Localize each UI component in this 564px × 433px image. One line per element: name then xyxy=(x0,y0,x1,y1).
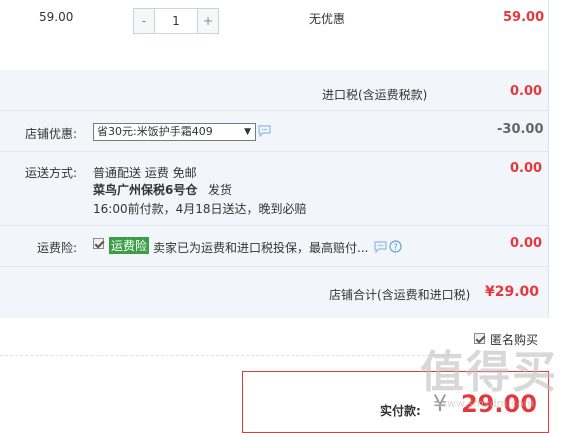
watermark-logo: 值得买 xyxy=(420,347,558,398)
insurance-checkbox[interactable] xyxy=(93,238,104,249)
quantity-stepper[interactable]: - 1 + xyxy=(133,8,219,34)
payment-label: 实付款: xyxy=(380,404,421,418)
warehouse-name: 菜鸟广州保税6号仓 xyxy=(93,183,198,197)
ship-note: 发货 xyxy=(208,183,233,197)
import-tax-value: 0.00 xyxy=(510,84,543,99)
increase-button[interactable]: + xyxy=(198,9,218,33)
divider xyxy=(0,151,548,152)
insurance-label: 运费险: xyxy=(37,241,78,255)
item-subtotal: 59.00 xyxy=(503,10,545,25)
dropdown-arrow-icon: ▼ xyxy=(244,127,251,137)
dashed-divider xyxy=(0,355,450,356)
store-total-label: 店铺合计(含运费和进口税) xyxy=(329,288,471,302)
svg-text:?: ? xyxy=(393,243,398,253)
import-tax-label: 进口税(含运费税款) xyxy=(322,88,428,102)
insurance-value: 0.00 xyxy=(510,236,543,251)
store-discount-value: -30.00 xyxy=(497,122,544,137)
help-icon[interactable]: ? xyxy=(389,240,402,253)
insurance-tag: 运费险 xyxy=(109,237,150,254)
shipping-method: 普通配送 运费 免邮 xyxy=(93,166,197,180)
shipping-label: 运送方式: xyxy=(25,166,78,180)
divider xyxy=(0,266,548,267)
divider xyxy=(0,225,548,226)
chat-icon[interactable] xyxy=(374,241,387,253)
store-discount-select[interactable]: 省30元:米饭护手霜409 ▼ xyxy=(93,123,256,141)
chat-icon[interactable] xyxy=(258,125,271,137)
discount-text: 无优惠 xyxy=(309,12,346,26)
shipping-value: 0.00 xyxy=(510,161,543,176)
insurance-description: 卖家已为运费和进口税投保，最高赔付... xyxy=(153,241,369,255)
store-discount-label: 店铺优惠: xyxy=(25,127,78,141)
delivery-eta: 16:00前付款，4月18日送达，晚到必赔 xyxy=(93,202,307,216)
watermark-url: www.smzdm.com xyxy=(438,397,535,410)
quantity-input[interactable]: 1 xyxy=(154,9,198,33)
divider xyxy=(0,110,548,111)
item-row xyxy=(0,0,549,70)
item-price: 59.00 xyxy=(39,10,74,24)
decrease-button[interactable]: - xyxy=(134,9,154,33)
store-discount-selected: 省30元:米饭护手霜409 xyxy=(97,125,213,138)
store-total-value: ¥29.00 xyxy=(485,284,540,300)
